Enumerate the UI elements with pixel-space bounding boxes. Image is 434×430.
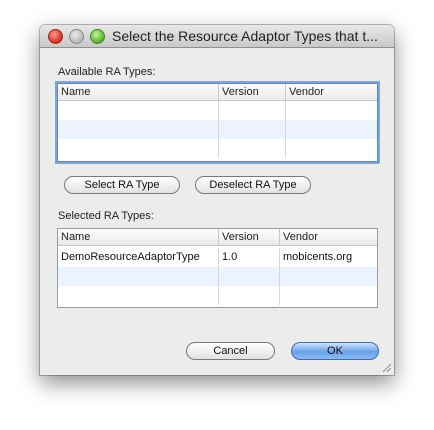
table-row <box>58 139 377 158</box>
deselect-ra-type-button[interactable]: Deselect RA Type <box>195 176 311 194</box>
column-header-version[interactable]: Version <box>219 229 280 245</box>
table-row <box>58 286 377 305</box>
select-ra-type-button[interactable]: Select RA Type <box>64 176 180 194</box>
table-row <box>58 267 377 286</box>
available-table-header: Name Version Vendor <box>58 84 377 101</box>
column-header-vendor[interactable]: Vendor <box>286 84 377 100</box>
column-header-name[interactable]: Name <box>58 229 219 245</box>
close-icon[interactable] <box>48 29 63 44</box>
cell-version: 1.0 <box>219 248 280 267</box>
selected-table-header: Name Version Vendor <box>58 229 377 246</box>
cell-vendor: mobicents.org <box>283 251 353 263</box>
cell-name: DemoResourceAdaptorType <box>58 248 219 267</box>
column-header-vendor[interactable]: Vendor <box>280 229 377 245</box>
table-row <box>58 101 377 120</box>
window-title: Select the Resource Adaptor Types that t… <box>112 28 378 44</box>
resize-grip-icon[interactable] <box>382 363 392 373</box>
title-bar[interactable]: Select the Resource Adaptor Types that t… <box>40 25 394 48</box>
table-row <box>58 120 377 139</box>
available-ra-types-label: Available RA Types: <box>58 66 156 78</box>
dialog-window: Select the Resource Adaptor Types that t… <box>40 25 394 375</box>
cancel-button[interactable]: Cancel <box>186 342 275 360</box>
column-header-version[interactable]: Version <box>219 84 286 100</box>
column-header-name[interactable]: Name <box>58 84 219 100</box>
selected-ra-types-label: Selected RA Types: <box>58 210 154 222</box>
table-row[interactable]: DemoResourceAdaptorType 1.0 mobicents.or… <box>58 248 377 267</box>
dialog-content: Available RA Types: Name Version Vendor … <box>40 48 394 375</box>
selected-ra-types-table[interactable]: Name Version Vendor DemoResourceAdaptorT… <box>57 228 378 308</box>
minimize-icon[interactable] <box>69 29 84 44</box>
ok-button[interactable]: OK <box>291 342 379 360</box>
zoom-icon[interactable] <box>90 29 105 44</box>
available-ra-types-table[interactable]: Name Version Vendor <box>57 83 378 162</box>
